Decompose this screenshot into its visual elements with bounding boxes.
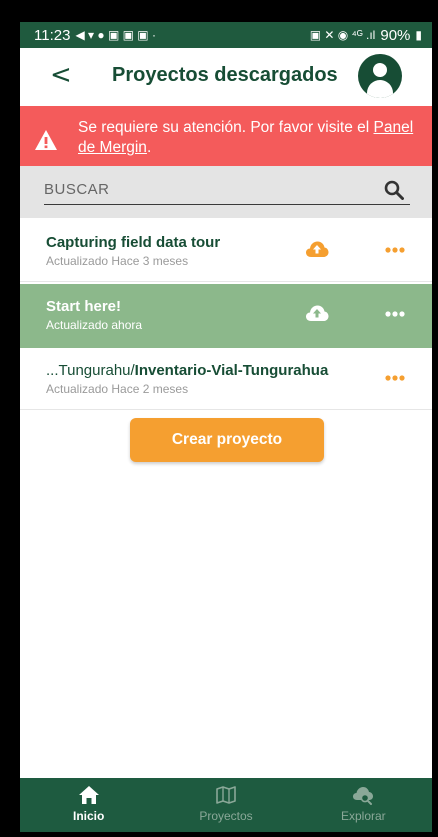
nav-item-projects[interactable]: Proyectos xyxy=(157,778,294,832)
project-title: ...Tungurahu/Inventario-Vial-Tungurahua xyxy=(46,362,328,379)
battery-level: 90% xyxy=(380,26,411,44)
project-updated: Actualizado Hace 3 meses xyxy=(46,254,189,268)
more-dots-icon[interactable] xyxy=(384,310,406,318)
project-path: ...Tungurahu/ xyxy=(46,362,135,379)
page-title: Proyectos descargados xyxy=(112,64,338,86)
chevron-left-icon[interactable]: < xyxy=(50,60,72,90)
nav-label: Explorar xyxy=(340,809,386,823)
cloud-upload-icon[interactable] xyxy=(305,304,329,322)
warning-icon xyxy=(35,130,57,150)
explore-icon xyxy=(353,787,374,805)
nav-label: Inicio xyxy=(72,809,105,823)
battery-icon: ▮ xyxy=(415,28,422,42)
home-icon xyxy=(78,786,99,804)
alert-suffix: . xyxy=(146,139,152,156)
project-title: Capturing field data tour xyxy=(46,234,221,251)
project-name: Inventario-Vial-Tungurahua xyxy=(134,362,329,379)
search-icon[interactable] xyxy=(384,180,404,200)
status-time: 11:23 xyxy=(34,26,71,44)
nav-item-explore[interactable]: Explorar xyxy=(295,778,432,832)
status-bar: 11:23 ◀ ▾ ● ▣ ▣ ▣ · ▣ ✕ ◉ ⁴ᴳ .ıl 90% ▮ xyxy=(20,22,432,48)
cloud-upload-icon[interactable] xyxy=(305,240,329,258)
notification-icons: ◀ ▾ ● ▣ ▣ ▣ · xyxy=(75,28,156,42)
project-updated: Actualizado Hace 2 meses xyxy=(46,382,189,396)
create-project-button[interactable]: Crear proyecto xyxy=(130,418,324,462)
bottom-navbar: Inicio Proyectos Explorar xyxy=(20,778,432,832)
project-row-selected[interactable]: Start here! Actualizado ahora xyxy=(20,284,432,348)
phone-screen: 11:23 ◀ ▾ ● ▣ ▣ ▣ · ▣ ✕ ◉ ⁴ᴳ .ıl 90% ▮ <… xyxy=(20,22,432,832)
alert-text: Se requiere su atención. Por favor visit… xyxy=(78,119,374,136)
alert-message: Se requiere su atención. Por favor visit… xyxy=(78,118,424,158)
project-updated: Actualizado ahora xyxy=(46,318,143,332)
map-icon xyxy=(216,786,236,804)
app-header: < Proyectos descargados xyxy=(20,48,432,106)
project-row[interactable]: ...Tungurahu/Inventario-Vial-Tungurahua … xyxy=(20,350,432,410)
status-bar-left: 11:23 ◀ ▾ ● ▣ ▣ ▣ · xyxy=(34,27,156,44)
status-bar-right: ▣ ✕ ◉ ⁴ᴳ .ıl 90% ▮ xyxy=(310,27,422,44)
project-title: Start here! xyxy=(46,298,122,315)
nav-label: Proyectos xyxy=(199,809,253,823)
more-dots-icon[interactable] xyxy=(384,246,406,254)
search-input[interactable] xyxy=(44,174,410,205)
search-bar xyxy=(20,166,432,218)
nav-item-home[interactable]: Inicio xyxy=(20,778,157,832)
more-dots-icon[interactable] xyxy=(384,374,406,382)
project-row[interactable]: Capturing field data tour Actualizado Ha… xyxy=(20,222,432,282)
signal-icons: ▣ ✕ ◉ ⁴ᴳ .ıl xyxy=(309,28,376,42)
user-avatar-icon[interactable] xyxy=(358,54,402,98)
